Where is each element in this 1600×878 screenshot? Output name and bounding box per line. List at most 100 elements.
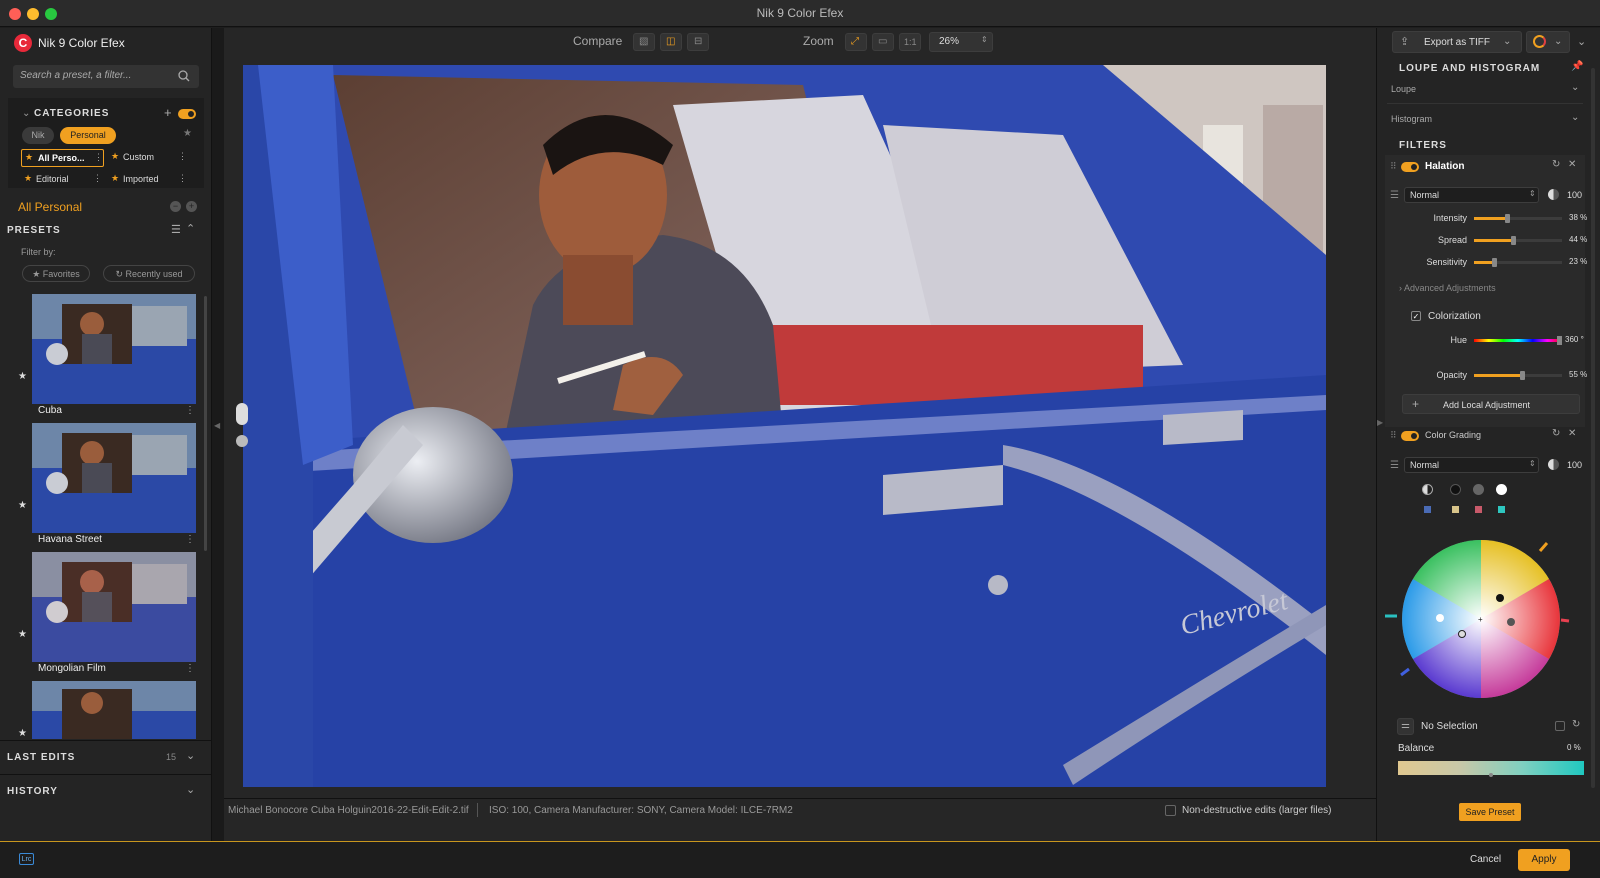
menu-icon[interactable]: ☰ [1390, 190, 1399, 201]
reset-icon[interactable]: ↻ [1572, 719, 1580, 730]
chevron-down-icon[interactable]: ⌄ [1503, 36, 1511, 47]
cancel-button[interactable]: Cancel [1470, 854, 1501, 865]
opacity-slider[interactable] [1474, 371, 1562, 380]
tab-personal[interactable]: Personal [60, 127, 116, 144]
chevron-down-icon[interactable]: ⌄ [1571, 112, 1579, 123]
more-icon[interactable]: ⋮ [178, 151, 187, 162]
highlights-tone-icon[interactable] [1496, 484, 1507, 495]
reset-icon[interactable]: ↻ [1552, 428, 1560, 439]
list-view-icon[interactable]: ☰ [171, 223, 181, 236]
chevron-down-icon[interactable]: ⌄ [186, 783, 195, 796]
save-preset-button[interactable]: Save Preset [1459, 803, 1521, 821]
preset-thumbnail-cuba[interactable] [32, 294, 196, 404]
preset-thumbnail[interactable] [32, 681, 196, 739]
sensitivity-slider[interactable] [1474, 258, 1562, 267]
more-icon[interactable]: ⋮ [185, 405, 195, 416]
shadows-tone-icon[interactable] [1450, 484, 1461, 495]
search-box[interactable]: Search a preset, a filter... [13, 65, 199, 88]
category-editorial[interactable]: ★ Editorial ⋮ [21, 171, 104, 189]
add-category-icon[interactable]: + [164, 105, 172, 120]
compare-stack-button[interactable]: ⊟ [687, 33, 709, 51]
category-imported[interactable]: ★ Imported ⋮ [108, 171, 188, 189]
lightroom-icon[interactable]: Lrc [19, 853, 34, 865]
spread-slider[interactable] [1474, 236, 1562, 245]
hue-slider[interactable] [1474, 336, 1562, 345]
filter-recently-used[interactable]: ↻ Recently used [103, 265, 195, 282]
zoom-window-button[interactable] [45, 8, 57, 20]
reset-view-icon[interactable] [236, 435, 248, 447]
more-icon[interactable]: ⋮ [185, 663, 195, 674]
category-custom[interactable]: ★ Custom ⋮ [108, 149, 188, 167]
favorite-star-icon[interactable]: ★ [18, 728, 27, 739]
left-panel-collapse[interactable]: ◀ [212, 28, 224, 841]
intensity-slider[interactable] [1474, 214, 1562, 223]
halation-blend-select[interactable]: Normal ⇕ [1404, 187, 1539, 203]
main-image[interactable]: Chevrolet [243, 65, 1326, 787]
compare-split-button[interactable]: ▧ [633, 33, 655, 51]
categories-toggle[interactable] [178, 109, 196, 119]
menu-icon[interactable]: ☰ [1390, 460, 1399, 471]
non-destructive-checkbox[interactable] [1165, 805, 1176, 816]
red-swatch[interactable] [1475, 506, 1482, 513]
yellow-swatch[interactable] [1452, 506, 1459, 513]
filter-favorites[interactable]: ★ Favorites [22, 265, 90, 282]
sync-button[interactable]: ⌄ [1526, 31, 1570, 53]
collapse-left-icon[interactable]: ◀ [214, 421, 220, 430]
color-grading-toggle[interactable] [1401, 431, 1419, 441]
compare-side-button[interactable]: ◫ [660, 33, 682, 51]
midtones-tone-icon[interactable] [1473, 484, 1484, 495]
reset-icon[interactable]: ↻ [1552, 159, 1560, 170]
right-panel-scrollbar[interactable] [1591, 68, 1595, 788]
favorite-star-icon[interactable]: ★ [18, 629, 27, 640]
more-icon[interactable]: ⋮ [94, 152, 103, 163]
add-icon[interactable]: + [186, 201, 197, 212]
tab-nik[interactable]: Nik [22, 127, 54, 144]
teal-swatch[interactable] [1498, 506, 1505, 513]
histogram-label[interactable]: Histogram [1391, 114, 1432, 124]
blue-swatch[interactable] [1424, 506, 1431, 513]
preset-thumbnail-havana-street[interactable] [32, 423, 196, 533]
chevron-down-icon[interactable]: ⌄ [1554, 36, 1562, 47]
zoom-fill-button[interactable]: ▭ [872, 33, 894, 51]
color-wheel[interactable]: + [1385, 538, 1575, 698]
loupe-label[interactable]: Loupe [1391, 84, 1416, 94]
advanced-adjustments-toggle[interactable]: › Advanced Adjustments [1399, 283, 1496, 293]
remove-icon[interactable]: − [170, 201, 181, 212]
close-window-button[interactable] [9, 8, 21, 20]
more-icon[interactable]: ⋮ [93, 173, 102, 184]
more-icon[interactable]: ⋮ [178, 173, 187, 184]
category-all-personal[interactable]: ★ All Perso... ⋮ [21, 149, 104, 167]
favorite-star-icon[interactable]: ★ [18, 371, 27, 382]
preset-thumbnail-mongolian-film[interactable] [32, 552, 196, 662]
colorization-checkbox[interactable]: ✓ [1411, 311, 1421, 321]
drag-handle-icon[interactable]: ⠿ [1390, 430, 1397, 441]
halation-toggle[interactable] [1401, 162, 1419, 172]
star-icon[interactable]: ★ [183, 128, 192, 139]
zoom-fit-button[interactable]: ⤢ [845, 33, 867, 51]
selection-checkbox[interactable] [1555, 721, 1565, 731]
remove-filter-icon[interactable]: ✕ [1568, 159, 1576, 170]
chevron-up-icon[interactable]: ⌃ [186, 222, 195, 235]
minimize-window-button[interactable] [27, 8, 39, 20]
chevron-down-icon[interactable]: ⌄ [22, 108, 30, 119]
more-icon[interactable]: ⋮ [185, 534, 195, 545]
split-handle[interactable] [236, 403, 248, 425]
zoom-value-select[interactable]: 26% ⇕ [929, 32, 993, 52]
remove-filter-icon[interactable]: ✕ [1568, 428, 1576, 439]
zoom-100-button[interactable]: 1:1 [899, 33, 921, 51]
pin-icon[interactable]: 📌 [1571, 61, 1583, 72]
search-input[interactable]: Search a preset, a filter... [20, 70, 131, 81]
favorite-star-icon[interactable]: ★ [18, 500, 27, 511]
add-local-adjustment-button[interactable]: + Add Local Adjustment [1402, 394, 1580, 414]
global-tone-icon[interactable] [1422, 484, 1433, 495]
drag-handle-icon[interactable]: ⠿ [1390, 161, 1397, 172]
chevron-down-icon[interactable]: ⌄ [186, 749, 195, 762]
grading-blend-select[interactable]: Normal ⇕ [1404, 457, 1539, 473]
collapse-right-icon[interactable]: ▶ [1377, 418, 1383, 427]
chevron-down-icon[interactable]: ⌄ [1571, 82, 1579, 93]
apply-button[interactable]: Apply [1518, 849, 1570, 871]
selection-tool-button[interactable]: ⚌ [1397, 718, 1414, 735]
balance-slider[interactable] [1398, 761, 1584, 777]
presets-scrollbar[interactable] [204, 296, 207, 551]
export-button[interactable]: ⇪ Export as TIFF ⌄ [1392, 31, 1522, 53]
